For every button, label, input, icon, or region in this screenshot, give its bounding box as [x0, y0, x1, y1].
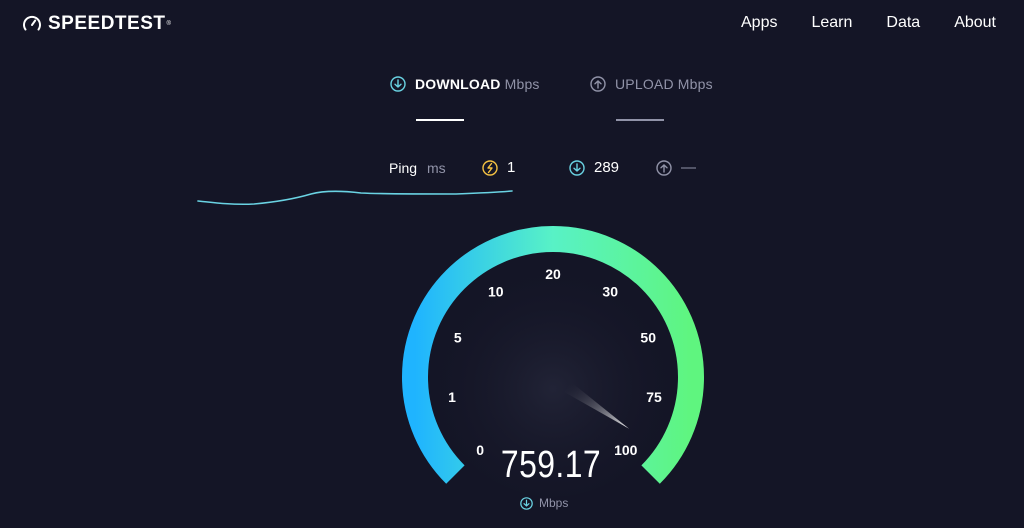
main-nav: Apps Learn Data About [741, 14, 996, 32]
tab-download-unit: Mbps [504, 76, 540, 92]
speed-graph-path [197, 190, 513, 206]
ping-label: Ping [389, 160, 418, 176]
tab-upload-title: UPLOAD [615, 76, 674, 92]
download-unit-icon [520, 496, 533, 510]
ping-idle-icon [482, 159, 498, 176]
ping-upload-value: — [681, 159, 696, 176]
upload-arrow-icon [590, 76, 606, 92]
ping-download: 289 [569, 159, 619, 176]
gauge-tick-50: 50 [640, 330, 656, 346]
tab-upload-underline [616, 119, 664, 121]
top-bar: SPEEDTEST ® Apps Learn Data About [0, 0, 1024, 48]
upload-latency-icon [656, 159, 672, 176]
gauge-tick-100: 100 [614, 442, 638, 458]
nav-about[interactable]: About [954, 14, 996, 32]
download-arrow-icon [390, 76, 406, 92]
tab-upload[interactable]: UPLOAD Mbps [590, 76, 713, 92]
nav-learn[interactable]: Learn [811, 14, 852, 32]
trademark-mark: ® [166, 21, 171, 27]
nav-apps[interactable]: Apps [741, 14, 777, 32]
speed-value: 759.17 [500, 444, 602, 486]
gauge-tick-0: 0 [476, 442, 484, 458]
ping-download-value: 289 [594, 159, 620, 176]
tab-upload-unit: Mbps [677, 76, 713, 92]
nav-data[interactable]: Data [886, 14, 920, 32]
ping-row: Ping ms 1 289 — [389, 159, 719, 179]
speed-unit-row: Mbps [520, 496, 568, 510]
tab-download[interactable]: DOWNLOAD Mbps [390, 76, 540, 92]
gauge-tick-20: 20 [545, 266, 561, 282]
speed-tabs: DOWNLOAD Mbps UPLOAD Mbps [390, 76, 730, 126]
speed-unit-label: Mbps [539, 496, 569, 510]
brand-name: SPEEDTEST [48, 13, 166, 34]
speedtest-logo[interactable]: SPEEDTEST ® [22, 13, 171, 35]
ping-upload: — [656, 159, 696, 176]
tab-download-underline [416, 119, 464, 121]
gauge-tick-5: 5 [454, 330, 462, 346]
gauge-tick-10: 10 [488, 283, 504, 299]
ping-idle-value: 1 [507, 159, 516, 176]
speedometer-logo-icon [23, 15, 41, 31]
gauge-tick-30: 30 [602, 283, 618, 299]
ping-unit: ms [427, 160, 446, 176]
speed-graph-line [197, 190, 513, 206]
download-latency-icon [569, 159, 585, 176]
gauge-tick-75: 75 [646, 389, 662, 405]
gauge-tick-1: 1 [448, 389, 456, 405]
tab-download-title: DOWNLOAD [415, 76, 501, 92]
ping-idle: 1 [482, 159, 515, 176]
